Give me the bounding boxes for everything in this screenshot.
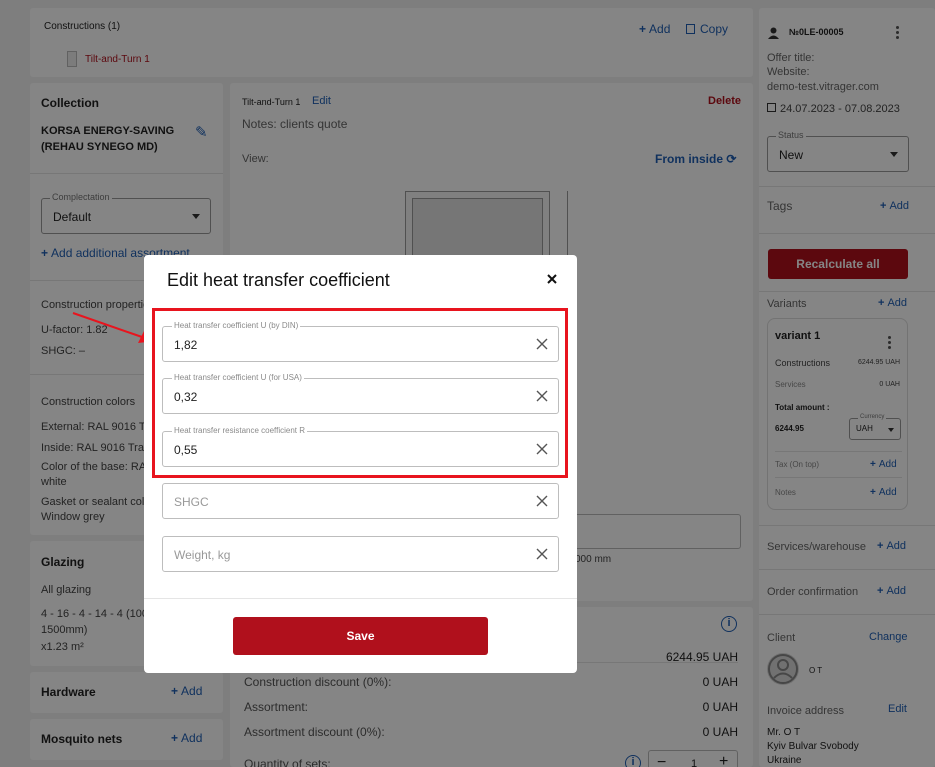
- clear-icon[interactable]: [535, 389, 549, 403]
- close-icon[interactable]: [545, 272, 559, 286]
- u-din-field[interactable]: Heat transfer coefficient U (by DIN) 1,8…: [162, 321, 559, 362]
- modal-footer-divider: [144, 598, 577, 599]
- heat-transfer-modal: Edit heat transfer coefficient Heat tran…: [144, 255, 577, 673]
- weight-placeholder: Weight, kg: [174, 548, 231, 562]
- u-usa-value: 0,32: [174, 390, 198, 404]
- weight-field[interactable]: Weight, kg: [162, 536, 559, 572]
- u-usa-field[interactable]: Heat transfer coefficient U (for USA) 0,…: [162, 373, 559, 414]
- clear-icon[interactable]: [535, 494, 549, 508]
- shgc-placeholder: SHGC: [174, 495, 209, 509]
- r-coefficient-label: Heat transfer resistance coefficient R: [172, 426, 308, 435]
- r-coefficient-field[interactable]: Heat transfer resistance coefficient R 0…: [162, 426, 559, 467]
- u-din-value: 1,82: [174, 338, 198, 352]
- u-din-label: Heat transfer coefficient U (by DIN): [172, 321, 301, 330]
- clear-icon[interactable]: [535, 442, 549, 456]
- save-button[interactable]: Save: [233, 617, 488, 655]
- shgc-field[interactable]: SHGC: [162, 483, 559, 519]
- modal-title: Edit heat transfer coefficient: [167, 270, 390, 290]
- clear-icon[interactable]: [535, 337, 549, 351]
- u-usa-label: Heat transfer coefficient U (for USA): [172, 373, 304, 382]
- r-coefficient-value: 0,55: [174, 443, 198, 457]
- clear-icon[interactable]: [535, 547, 549, 561]
